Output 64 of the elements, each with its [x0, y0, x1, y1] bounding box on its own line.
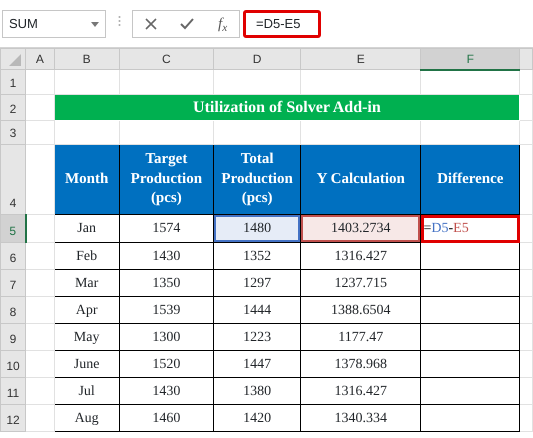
row-header[interactable]: 2: [0, 94, 26, 120]
column-header[interactable]: E: [300, 48, 421, 70]
column-heading: Month: [54, 144, 119, 214]
table-cell: Apr: [54, 296, 119, 324]
column-heading: Difference: [420, 144, 520, 214]
table-cell: 1430: [119, 242, 214, 270]
row-header[interactable]: 5: [0, 214, 26, 242]
table-cell: 1520: [119, 350, 214, 378]
table-cell: 1237.715: [300, 270, 421, 296]
table-cell: 1460: [119, 404, 214, 432]
table-cell: 1297: [214, 270, 301, 296]
table-cell: Mar: [54, 270, 119, 296]
column-header[interactable]: F: [420, 48, 520, 70]
column-heading: Target Production (pcs): [119, 144, 214, 214]
table-cell: 1316.427: [300, 242, 421, 270]
row-header[interactable]: 3: [0, 120, 26, 144]
row-header[interactable]: 6: [0, 242, 26, 270]
column-heading: Total Production (pcs): [214, 144, 301, 214]
table-cell: 1300: [119, 324, 214, 350]
table-cell: 1378.968: [300, 350, 421, 378]
table-cell: 1316.427: [300, 378, 421, 404]
table-cell: 1430: [119, 378, 214, 404]
table-cell: May: [54, 324, 119, 350]
table-cell: 1574: [119, 214, 214, 242]
table-cell: 1352: [214, 242, 301, 270]
column-heading: Y Calculation: [300, 144, 421, 214]
table-cell: Feb: [54, 242, 119, 270]
table-cell: 1420: [214, 404, 301, 432]
row-header[interactable]: 10: [0, 350, 26, 378]
cell-formula-field[interactable]: =D5-E5: [420, 214, 520, 242]
table-cell: 1447: [214, 350, 301, 378]
row-header[interactable]: 8: [0, 296, 26, 324]
row-header[interactable]: 4: [0, 144, 26, 214]
column-header[interactable]: C: [119, 48, 214, 70]
row-header[interactable]: 12: [0, 404, 26, 432]
row-header[interactable]: 11: [0, 378, 26, 404]
table-cell: 1177.47: [300, 324, 421, 350]
column-header[interactable]: A: [26, 48, 54, 70]
table-cell: 1350: [119, 270, 214, 296]
table-cell: 1539: [119, 296, 214, 324]
grip-icon: [118, 15, 120, 28]
check-icon[interactable]: [180, 18, 194, 30]
table-cell: 1388.6504: [300, 296, 421, 324]
table-cell: Aug: [54, 404, 119, 432]
insert-function-button[interactable]: f$_{x}$: [218, 12, 228, 36]
row-header[interactable]: 1: [0, 70, 26, 94]
column-header[interactable]: D: [214, 48, 301, 70]
name-box[interactable]: SUM: [2, 10, 106, 38]
table-cell: Jul: [54, 378, 119, 404]
table-cell: Jan: [54, 214, 119, 242]
cancel-icon[interactable]: [144, 18, 157, 30]
row-header[interactable]: 9: [0, 324, 26, 350]
caret-icon[interactable]: [91, 22, 99, 26]
row-header[interactable]: 7: [0, 270, 26, 296]
table-cell: 1380: [214, 378, 301, 404]
table-cell: 1480: [214, 214, 301, 242]
table-cell: June: [54, 350, 119, 378]
table-cell: 1444: [214, 296, 301, 324]
table-cell: 1403.2734: [300, 214, 421, 242]
formula-field[interactable]: =D5-E5: [243, 10, 321, 38]
table-cell: 1340.334: [300, 404, 421, 432]
sheet-title: Utilization of Solver Add-in: [54, 94, 520, 120]
table-cell: 1223: [214, 324, 301, 350]
column-header[interactable]: B: [54, 48, 119, 70]
